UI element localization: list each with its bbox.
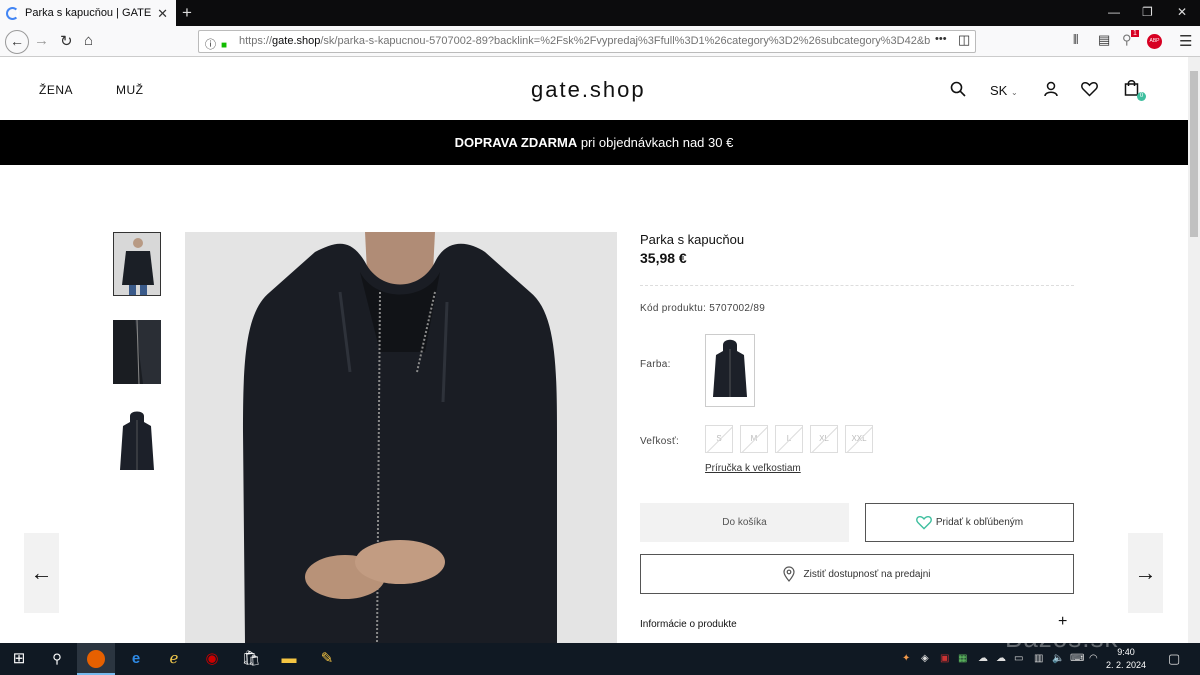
- gallery-prev-button[interactable]: ←: [24, 533, 59, 613]
- add-to-cart-button[interactable]: Do košíka: [640, 503, 849, 542]
- url-prefix: https://: [239, 35, 273, 47]
- lock-icon: ■: [221, 40, 228, 51]
- tab-title: Parka s kapucňou | GATE: [25, 7, 152, 19]
- info-icon[interactable]: ⓘ: [205, 35, 216, 52]
- window-close-icon[interactable]: ✕: [1177, 5, 1187, 19]
- promo-text: pri objednávkach nad 30 €: [577, 135, 734, 150]
- restore-icon[interactable]: ❐: [1142, 5, 1153, 19]
- hamburger-menu-icon[interactable]: ☰: [1179, 32, 1192, 50]
- opera-taskbar-icon[interactable]: ◉: [193, 643, 231, 675]
- url-path: /sk/parka-s-kapucnou-5707002-89?backlink…: [320, 35, 931, 47]
- tray-volume-icon[interactable]: 🔈: [1052, 653, 1064, 664]
- tray-display-icon[interactable]: ▭: [1014, 653, 1023, 664]
- action-center-icon[interactable]: ▢: [1168, 651, 1180, 667]
- language-label: SK: [990, 83, 1008, 98]
- wishlist-heart-icon[interactable]: [1081, 81, 1098, 97]
- home-icon[interactable]: ⌂: [84, 32, 93, 49]
- browser-tab-bar: Parka s kapucňou | GATE ✕ + — ❐ ✕: [0, 0, 1200, 26]
- size-label: Veľkosť:: [640, 436, 680, 447]
- file-explorer-taskbar-icon[interactable]: ▬: [270, 643, 308, 675]
- add-to-favorites-label: Pridať k obľúbeným: [935, 517, 1024, 528]
- divider: [640, 285, 1074, 286]
- nav-women[interactable]: ŽENA: [39, 83, 73, 97]
- browser-nav-bar: ← → ↻ ⌂ ⓘ ■ https://gate.shop/sk/parka-s…: [0, 26, 1200, 57]
- url-bar[interactable]: ⓘ ■ https://gate.shop/sk/parka-s-kapucno…: [198, 30, 976, 53]
- tray-app-icon[interactable]: ✦: [902, 653, 910, 664]
- add-to-favorites-button[interactable]: Pridať k obľúbeným: [865, 503, 1074, 542]
- tab-close-icon[interactable]: ✕: [157, 6, 168, 22]
- size-option-m[interactable]: M: [740, 425, 768, 453]
- new-tab-button[interactable]: +: [182, 3, 192, 23]
- minimize-icon[interactable]: —: [1108, 5, 1120, 19]
- tray-onedrive-icon[interactable]: ☁: [996, 653, 1006, 664]
- chevron-down-icon: ⌄: [1010, 88, 1018, 97]
- size-guide-link[interactable]: Príručka k veľkostiam: [705, 463, 801, 474]
- size-option-l[interactable]: L: [775, 425, 803, 453]
- size-option-s[interactable]: S: [705, 425, 733, 453]
- product-price: 35,98 €: [640, 250, 687, 266]
- page-actions-menu-icon[interactable]: •••: [935, 33, 947, 45]
- location-pin-icon: [783, 566, 796, 582]
- promo-bold: DOPRAVA ZDARMA: [454, 135, 578, 150]
- back-icon[interactable]: ←: [5, 30, 29, 54]
- tray-antivirus-icon[interactable]: ◈: [921, 653, 929, 664]
- windows-start-icon[interactable]: ⊞: [0, 643, 38, 675]
- sidebar-icon[interactable]: ▤: [1098, 32, 1110, 48]
- color-swatch[interactable]: [705, 334, 755, 407]
- product-thumbnail-1[interactable]: [113, 232, 161, 296]
- browser-tab[interactable]: Parka s kapucňou | GATE ✕: [0, 0, 176, 26]
- product-code: Kód produktu: 5707002/89: [640, 303, 766, 314]
- size-option-xxl[interactable]: XXL: [845, 425, 873, 453]
- product-info-accordion[interactable]: Informácie o produkte: [640, 619, 737, 630]
- clock-date: 2. 2. 2024: [1106, 660, 1147, 670]
- user-icon[interactable]: [1043, 81, 1059, 97]
- site-header: ŽENA MUŽ gate.shop SK ⌄ 0: [0, 57, 1188, 120]
- check-store-label: Zistiť dostupnosť na predajni: [803, 568, 931, 580]
- forward-icon[interactable]: →: [34, 32, 49, 49]
- adblock-icon[interactable]: ABP: [1147, 34, 1162, 49]
- app-taskbar-icon[interactable]: ✎: [308, 643, 346, 675]
- scrollbar-thumb[interactable]: [1190, 71, 1198, 237]
- gallery-next-button[interactable]: →: [1128, 533, 1163, 613]
- product-main-image[interactable]: [185, 232, 617, 643]
- firefox-taskbar-icon[interactable]: [77, 643, 115, 675]
- free-shipping-banner: DOPRAVA ZDARMA pri objednávkach nad 30 €: [0, 120, 1188, 165]
- google-favicon-icon: [6, 6, 19, 20]
- product-title: Parka s kapucňou: [640, 232, 745, 247]
- check-store-availability-button[interactable]: Zistiť dostupnosť na predajni: [640, 554, 1074, 594]
- notification-badge: 1: [1131, 30, 1139, 37]
- tray-app2-icon[interactable]: ▣: [940, 653, 949, 664]
- tray-network-icon[interactable]: ▥: [1034, 653, 1043, 664]
- store-taskbar-icon[interactable]: 🛍: [232, 643, 270, 675]
- pocket-icon[interactable]: ◫: [958, 32, 970, 48]
- page-scrollbar[interactable]: [1188, 57, 1200, 643]
- heart-icon: [915, 515, 932, 530]
- product-thumbnail-2[interactable]: [113, 320, 161, 384]
- color-label: Farba:: [640, 359, 671, 370]
- reload-icon[interactable]: ↻: [60, 32, 73, 50]
- product-thumbnail-3[interactable]: [113, 408, 161, 480]
- site-logo[interactable]: gate.shop: [531, 77, 646, 103]
- ie-taskbar-icon[interactable]: ℯ: [155, 643, 193, 675]
- edge-taskbar-icon[interactable]: e: [117, 643, 155, 675]
- nav-men[interactable]: MUŽ: [116, 83, 144, 97]
- cart-count-badge: 0: [1137, 92, 1146, 101]
- language-selector[interactable]: SK ⌄: [990, 83, 1018, 98]
- search-icon[interactable]: [950, 81, 966, 97]
- size-option-xl[interactable]: XL: [810, 425, 838, 453]
- tray-wifi-icon[interactable]: ◠: [1089, 653, 1098, 664]
- search-taskbar-icon[interactable]: ⚲: [38, 643, 76, 675]
- url-domain: gate.shop: [272, 35, 321, 47]
- tray-cloud-icon[interactable]: ☁: [978, 653, 988, 664]
- tray-nvidia-icon[interactable]: ▦: [958, 653, 967, 664]
- library-icon[interactable]: ⫴: [1073, 32, 1078, 48]
- bazos-watermark: Bazos.sk: [1005, 623, 1119, 653]
- tray-keyboard-icon[interactable]: ⌨: [1070, 653, 1084, 664]
